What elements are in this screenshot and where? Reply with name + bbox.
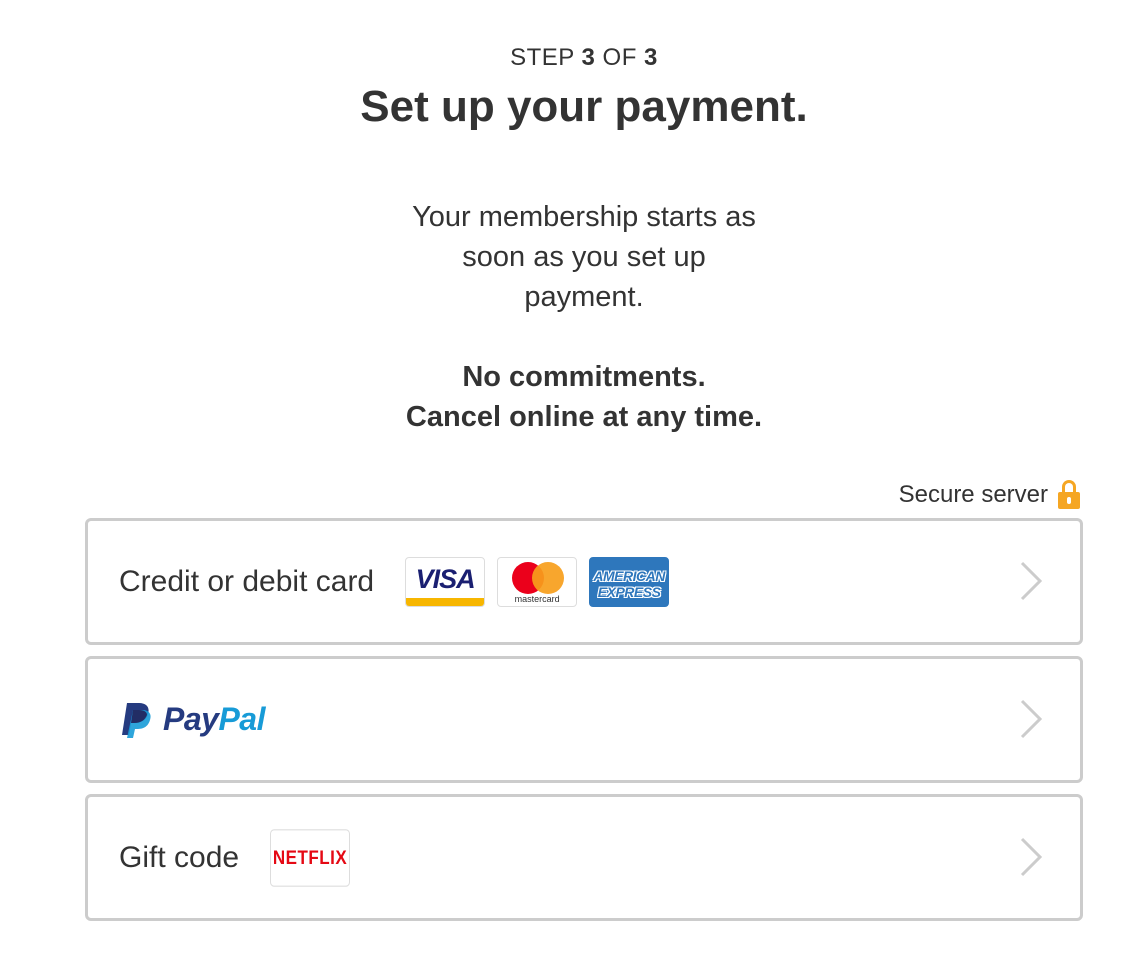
step-current: 3 bbox=[581, 44, 596, 71]
netflix-logo: NETFLIX bbox=[270, 828, 351, 887]
visa-logo-text: VISA bbox=[415, 563, 476, 594]
step-total: 3 bbox=[644, 44, 658, 71]
paypal-option[interactable]: PayPal bbox=[85, 656, 1083, 783]
amex-logo-line1: AMERICAN bbox=[593, 567, 665, 584]
chevron-right-icon bbox=[1020, 837, 1043, 877]
mastercard-logo: mastercard bbox=[497, 556, 578, 607]
amex-logo: AMERICAN EXPRESS bbox=[589, 556, 670, 607]
secure-server-notice: Secure server bbox=[899, 480, 1080, 510]
lock-icon bbox=[1058, 480, 1080, 510]
secure-server-label: Secure server bbox=[898, 481, 1048, 508]
paypal-logo: PayPal bbox=[119, 701, 265, 739]
step-indicator: STEP 3 OF 3 bbox=[0, 44, 1130, 72]
gift-code-option[interactable]: Gift code NETFLIX bbox=[85, 794, 1083, 921]
membership-text: Your membership starts as soon as you se… bbox=[0, 197, 1130, 317]
card-logos: VISA mastercard AMERICAN EXPRESS bbox=[405, 556, 670, 607]
amex-logo-line2: EXPRESS bbox=[597, 583, 661, 600]
commitment-text: No commitments. Cancel online at any tim… bbox=[0, 357, 1130, 437]
paypal-word-pal: Pal bbox=[218, 701, 265, 737]
chevron-right-icon bbox=[1020, 699, 1043, 739]
visa-logo: VISA bbox=[405, 556, 486, 607]
gift-code-label: Gift code bbox=[119, 840, 240, 874]
mastercard-logo-text: mastercard bbox=[514, 593, 560, 604]
membership-line: Your membership starts as bbox=[412, 201, 756, 233]
page-title: Set up your payment. bbox=[360, 82, 808, 131]
membership-line: soon as you set up bbox=[462, 241, 706, 273]
credit-card-option[interactable]: Credit or debit card VISA mastercard AME… bbox=[85, 518, 1083, 645]
paypal-wordmark: PayPal bbox=[163, 701, 265, 738]
credit-card-label: Credit or debit card bbox=[119, 564, 375, 598]
paypal-icon bbox=[122, 702, 151, 738]
membership-line: payment. bbox=[524, 281, 644, 313]
chevron-right-icon bbox=[1020, 561, 1043, 601]
commitment-line: Cancel online at any time. bbox=[405, 401, 763, 433]
step-prefix: STEP bbox=[510, 44, 575, 71]
paypal-word-pay: Pay bbox=[163, 701, 219, 737]
step-of: OF bbox=[602, 44, 637, 71]
commitment-line: No commitments. bbox=[462, 361, 706, 393]
